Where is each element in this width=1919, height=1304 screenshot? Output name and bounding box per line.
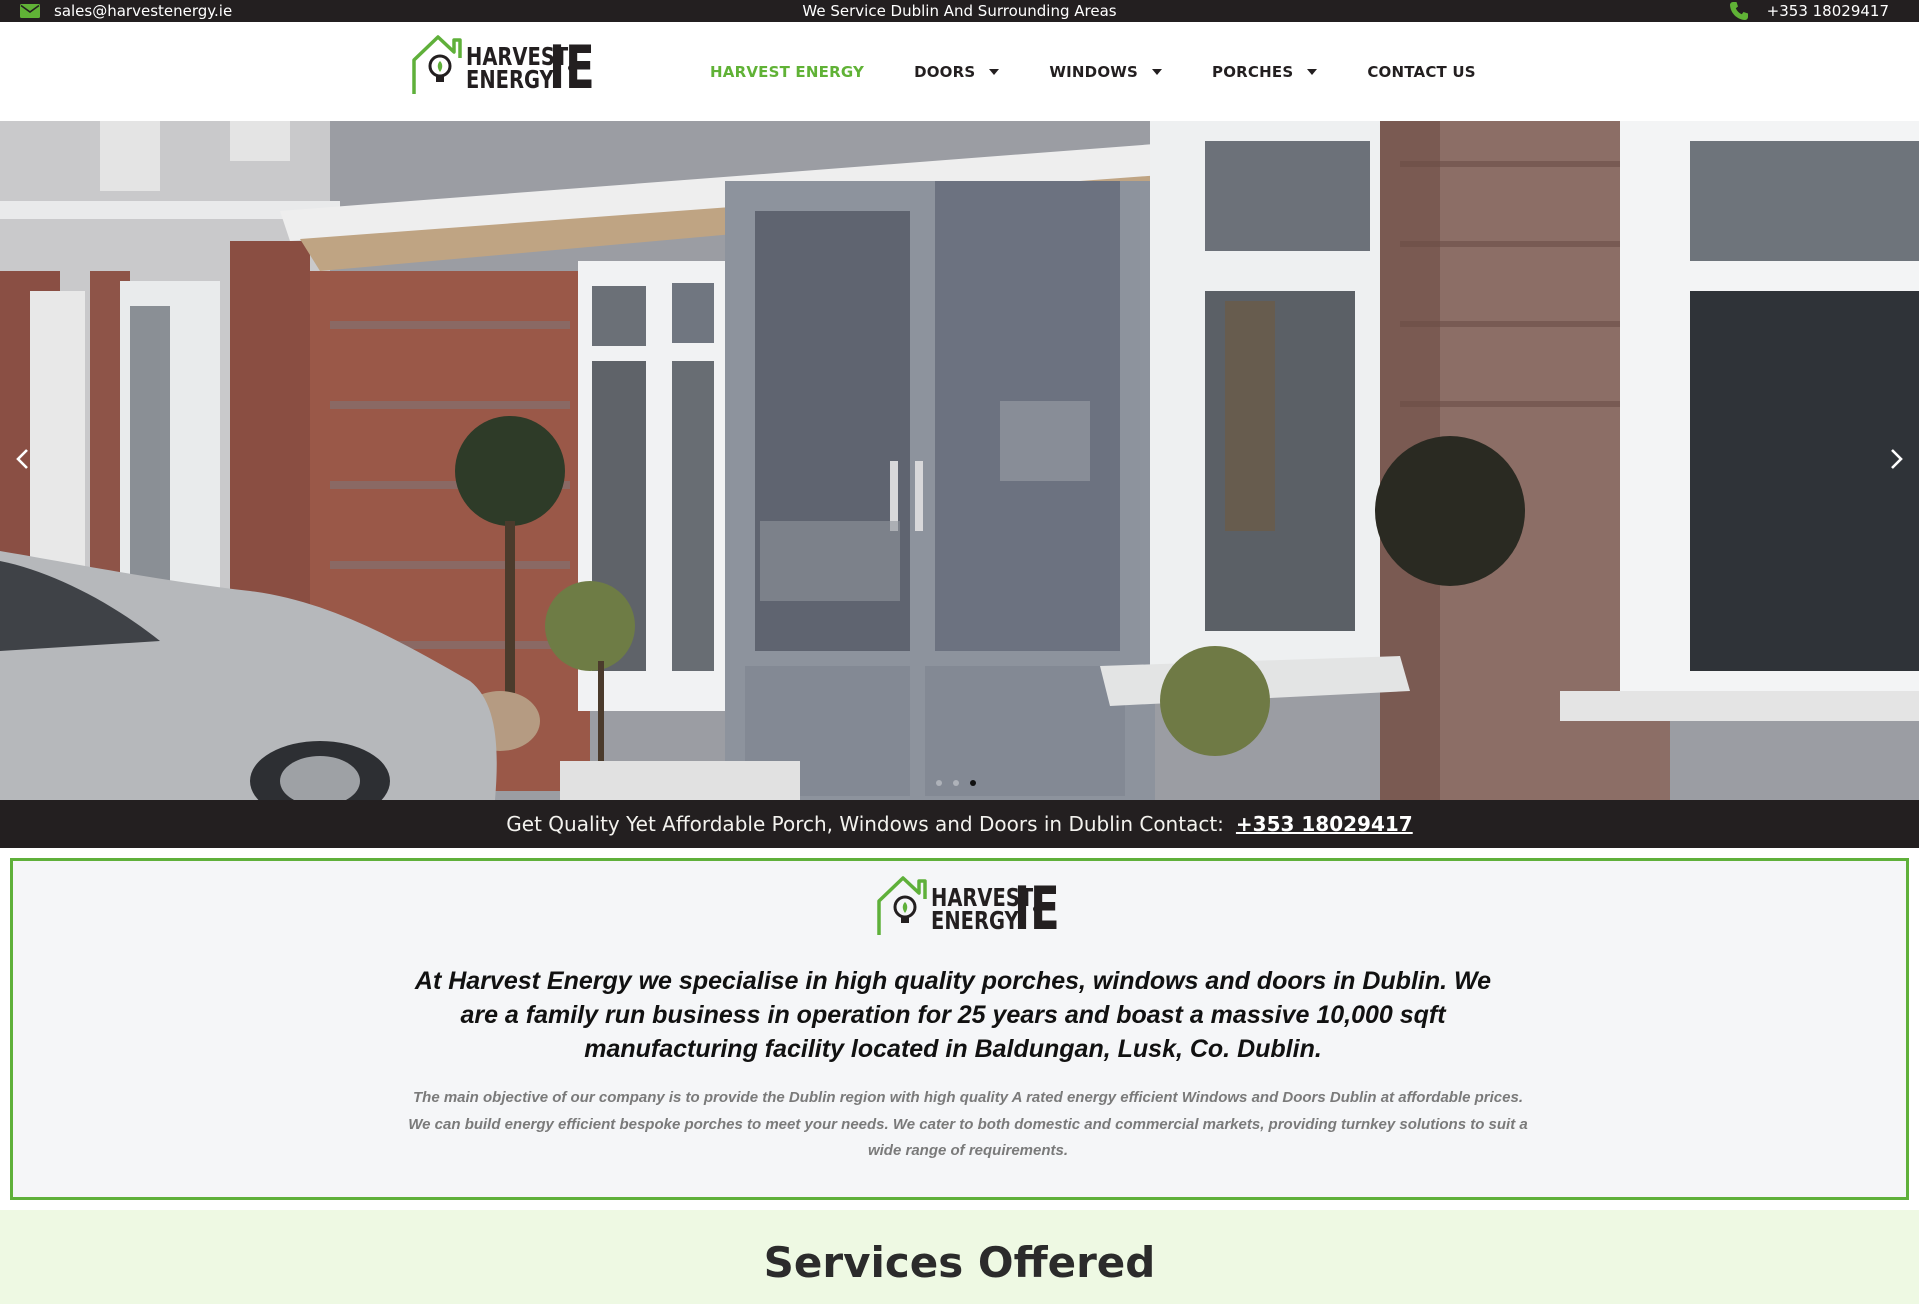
phone-link[interactable]: +353 18029417 [1767, 2, 1889, 20]
house-bulb-icon [410, 32, 466, 103]
nav-label: HARVEST ENERGY [710, 62, 865, 81]
services-title: Services Offered [763, 1238, 1156, 1287]
services-section: Services Offered [0, 1210, 1919, 1304]
top-bar-phone[interactable]: +353 18029417 [1729, 0, 1889, 22]
slider-pagination [936, 780, 976, 786]
nav-item-porches[interactable]: PORCHES [1212, 62, 1318, 81]
main-nav: HARVEST ENERGY DOORS WINDOWS PORCHES CON… [710, 22, 1476, 121]
top-bar: sales@harvestenergy.ie We Service Dublin… [0, 0, 1919, 22]
nav-item-windows[interactable]: WINDOWS [1049, 62, 1163, 81]
nav-item-doors[interactable]: DOORS [914, 62, 1000, 81]
nav-label: WINDOWS [1049, 62, 1139, 81]
site-header: HARVEST ENERGY IE HARVEST ENERGY DOORS W… [0, 22, 1919, 121]
slider-next-button[interactable] [1877, 439, 1917, 483]
nav-item-contact-us[interactable]: CONTACT US [1367, 63, 1475, 81]
chevron-left-icon [15, 448, 29, 475]
chevron-right-icon [1890, 448, 1904, 475]
slider-dot[interactable] [953, 780, 959, 786]
email-link[interactable]: sales@harvestenergy.ie [54, 2, 232, 20]
envelope-icon [20, 4, 40, 18]
slider-dot-active[interactable] [970, 780, 976, 786]
nav-item-harvest-energy[interactable]: HARVEST ENERGY [710, 63, 864, 81]
slider-prev-button[interactable] [2, 439, 42, 483]
service-area-text: We Service Dublin And Surrounding Areas [802, 2, 1117, 20]
hero-slider [0, 121, 1919, 800]
caret-down-icon [1152, 68, 1163, 75]
about-section: HARVEST ENERGY IE At Harvest Energy we s… [10, 858, 1909, 1200]
top-bar-email[interactable]: sales@harvestenergy.ie [20, 0, 232, 22]
logo-suffix: IE [1014, 873, 1060, 944]
nav-label: PORCHES [1212, 62, 1294, 81]
contact-strip-text: Get Quality Yet Affordable Porch, Window… [506, 812, 1224, 836]
site-logo[interactable]: HARVEST ENERGY IE [410, 32, 612, 103]
nav-label: CONTACT US [1367, 62, 1476, 81]
about-logo: HARVEST ENERGY IE [875, 873, 1077, 944]
contact-strip-phone-link[interactable]: +353 18029417 [1236, 812, 1413, 836]
caret-down-icon [989, 68, 1000, 75]
nav-label: DOORS [914, 62, 976, 81]
about-headline: At Harvest Energy we specialise in high … [414, 967, 1492, 1063]
about-body-text: The main objective of our company is to … [408, 1089, 1528, 1159]
caret-down-icon [1307, 68, 1318, 75]
house-bulb-icon [875, 873, 931, 944]
contact-strip: Get Quality Yet Affordable Porch, Window… [0, 800, 1919, 848]
hero-photo-porch [0, 121, 1919, 800]
phone-icon [1729, 1, 1749, 21]
logo-suffix: IE [549, 32, 595, 103]
slider-dot[interactable] [936, 780, 942, 786]
